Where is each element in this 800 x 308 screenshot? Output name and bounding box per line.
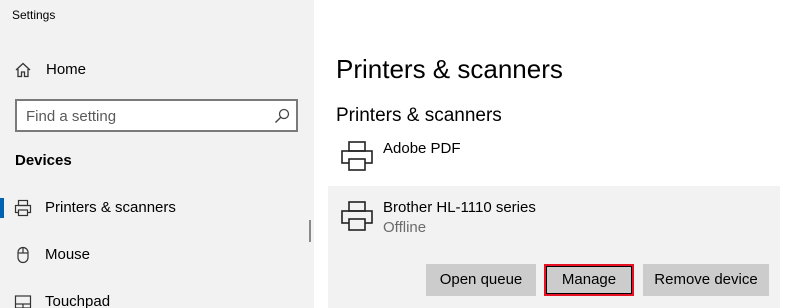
section-subheading: Printers & scanners <box>336 105 502 126</box>
window-title: Settings <box>12 8 56 22</box>
search-input[interactable] <box>26 106 266 126</box>
sidebar-item-mouse[interactable]: Mouse <box>0 237 314 273</box>
page-title: Printers & scanners <box>336 54 563 84</box>
device-name: Adobe PDF <box>383 140 461 157</box>
remove-device-button[interactable]: Remove device <box>643 264 769 296</box>
printer-icon <box>341 201 373 231</box>
device-status: Offline <box>383 219 427 236</box>
open-queue-button[interactable]: Open queue <box>426 264 536 296</box>
home-icon <box>15 62 31 78</box>
sidebar-item-touchpad[interactable]: Touchpad <box>0 284 314 308</box>
sidebar-item-label: Mouse <box>45 246 91 263</box>
printer-icon <box>341 141 373 171</box>
mouse-icon <box>17 246 29 264</box>
sidebar-item-home[interactable]: Home <box>0 56 314 84</box>
search-icon[interactable] <box>274 108 290 124</box>
sidebar-item-label: Touchpad <box>45 293 111 308</box>
sidebar-item-printers-scanners[interactable]: Printers & scanners <box>0 190 314 226</box>
section-heading: Devices <box>15 152 72 169</box>
device-item-adobe-pdf[interactable]: Adobe PDF <box>328 136 780 182</box>
sidebar-scrollbar[interactable] <box>309 220 311 242</box>
sidebar: Settings Home Devices Printers & scanner… <box>0 0 314 308</box>
sidebar-item-label: Home <box>46 61 87 78</box>
manage-button[interactable]: Manage <box>544 264 634 296</box>
search-box[interactable] <box>15 99 298 132</box>
touchpad-icon <box>14 295 32 308</box>
sidebar-item-label: Printers & scanners <box>45 199 176 216</box>
printer-icon <box>14 199 32 217</box>
device-name: Brother HL-1110 series <box>383 199 536 216</box>
